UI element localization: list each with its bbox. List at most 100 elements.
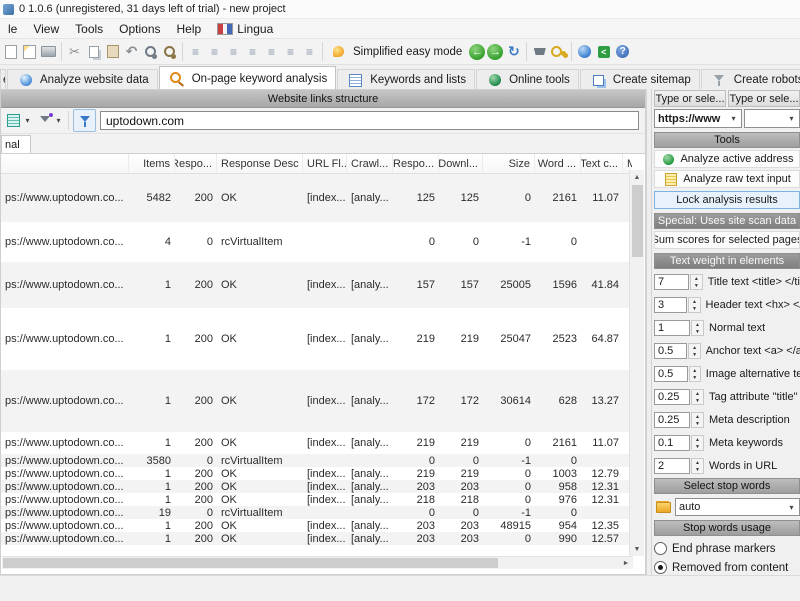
analyze-active-address-button[interactable]: Analyze active address — [654, 150, 800, 168]
menu-item-le[interactable]: le — [0, 20, 25, 38]
column-header-items[interactable]: Items — [129, 154, 175, 173]
table-row[interactable]: ps://www.uptodown.co... 1 200 OK [index... [a… — [1, 467, 632, 480]
simplified-easy-mode-button[interactable]: Simplified easy mode — [326, 42, 468, 61]
weight-value-input[interactable]: 3 — [654, 297, 688, 313]
tree-add-icon[interactable] — [206, 43, 223, 60]
tab-create-sitemap[interactable]: Create sitemap — [579, 69, 700, 90]
column-header-text-c-[interactable]: Text c... — [581, 154, 623, 173]
scroll-right-button[interactable] — [619, 557, 633, 569]
weight-value-input[interactable]: 0.25 — [654, 389, 690, 405]
table-row[interactable]: ps://www.uptodown.co... 19 0 rcVirtualItem 0… — [1, 506, 632, 519]
column-header-response-desc[interactable]: Response Desc — [217, 154, 303, 173]
column-header-url-fl-[interactable]: URL Fl... — [303, 154, 347, 173]
weight-value-input[interactable]: 2 — [654, 458, 690, 474]
table-row[interactable]: ps://www.uptodown.co... 1 200 OK [index... [a… — [1, 308, 632, 370]
replace-key-icon[interactable] — [161, 43, 178, 60]
menu-item-tools[interactable]: Tools — [67, 20, 111, 38]
combo-header-2[interactable]: Type or sele... — [728, 90, 800, 107]
tab-analyze-website-data[interactable]: Analyze website data — [7, 69, 158, 90]
spin-up-icon[interactable] — [690, 367, 700, 374]
weight-value-input[interactable]: 0.1 — [654, 435, 690, 451]
weight-value-input[interactable]: 0.5 — [654, 343, 688, 359]
table-row[interactable]: ps://www.uptodown.co... 1 200 OK [index... [a… — [1, 493, 632, 506]
spin-down-icon[interactable] — [692, 466, 703, 473]
combo-header-1[interactable]: Type or sele... — [654, 90, 726, 107]
vertical-scroll-thumb[interactable] — [632, 185, 644, 257]
tree-list-icon[interactable] — [225, 43, 242, 60]
spin-up-icon[interactable] — [692, 390, 703, 397]
table-row[interactable]: ps://www.uptodown.co... 5482 200 OK [index..… — [1, 174, 632, 222]
table-row[interactable]: ps://www.uptodown.co... 4 0 rcVirtualItem 0 0… — [1, 222, 632, 262]
tree-move-icon[interactable] — [244, 43, 261, 60]
spin-up-icon[interactable] — [692, 413, 703, 420]
table-row[interactable]: ps://www.uptodown.co... 1 200 OK [index... [a… — [1, 370, 632, 432]
spin-up-icon[interactable] — [692, 459, 703, 466]
spin-up-icon[interactable] — [691, 275, 702, 282]
scroll-up-button[interactable] — [630, 170, 644, 184]
stop-words-combo[interactable]: auto — [675, 498, 800, 516]
radio-option-removed-from-content[interactable]: Removed from content — [654, 561, 800, 574]
spin-down-icon[interactable] — [689, 305, 699, 312]
tab-internal[interactable]: nal — [1, 135, 31, 153]
forward-icon[interactable] — [487, 43, 504, 60]
tab-keywords-and-lists[interactable]: Keywords and lists — [337, 69, 476, 90]
table-row[interactable]: ps://www.uptodown.co... 1 200 OK [index... [a… — [1, 532, 632, 545]
menu-item-lingua[interactable]: Lingua — [209, 20, 281, 38]
menu-item-help[interactable]: Help — [169, 20, 210, 38]
radio-option-end-phrase-markers[interactable]: End phrase markers — [654, 542, 800, 555]
column-header-url[interactable] — [1, 154, 129, 173]
menu-item-view[interactable]: View — [25, 20, 67, 38]
paste-icon[interactable] — [104, 43, 121, 60]
column-header-respo-[interactable]: Respo... — [175, 154, 217, 173]
spin-down-icon[interactable] — [692, 443, 703, 450]
tab-on-page-keyword-analysis[interactable]: On-page keyword analysis — [158, 66, 337, 90]
table-row[interactable]: ps://www.uptodown.co... 1 200 OK [index... [a… — [1, 262, 632, 308]
weight-value-input[interactable]: 0.25 — [654, 412, 690, 428]
undo-icon[interactable] — [123, 43, 140, 60]
table-row[interactable]: ps://www.uptodown.co... 1 200 OK [index... [a… — [1, 519, 632, 532]
print-icon[interactable] — [40, 43, 57, 60]
key-icon[interactable] — [550, 43, 567, 60]
tree-end-icon[interactable] — [301, 43, 318, 60]
table-row[interactable]: ps://www.uptodown.co... 1 200 OK [index... [a… — [1, 480, 632, 493]
column-header-word-[interactable]: Word ... — [535, 154, 581, 173]
table-row[interactable]: ps://www.uptodown.co... 1 200 OK [index... [a… — [1, 432, 632, 454]
column-header-size[interactable]: Size — [483, 154, 535, 173]
vertical-scrollbar[interactable] — [629, 170, 645, 556]
refresh-icon[interactable] — [505, 43, 522, 60]
browser-icon[interactable] — [576, 43, 593, 60]
column-header-respo-[interactable]: Respo... — [393, 154, 439, 173]
spin-down-icon[interactable] — [692, 420, 703, 427]
back-icon[interactable] — [469, 43, 486, 60]
sum-scores-button[interactable]: Sum scores for selected pages — [654, 231, 800, 249]
filter-dropdown[interactable] — [34, 110, 64, 131]
horizontal-scroll-thumb[interactable] — [3, 558, 498, 568]
copy-icon[interactable] — [85, 43, 102, 60]
weight-value-input[interactable]: 7 — [654, 274, 690, 290]
tab-online-tools[interactable]: Online tools — [476, 69, 579, 90]
spin-up-icon[interactable] — [689, 344, 699, 351]
view-mode-dropdown[interactable] — [3, 110, 33, 131]
column-header-crawl-[interactable]: Crawl... — [347, 154, 393, 173]
cart-icon[interactable] — [531, 43, 548, 60]
doc-icon[interactable] — [2, 43, 19, 60]
tree-indent-icon[interactable] — [263, 43, 280, 60]
cut-icon[interactable] — [66, 43, 83, 60]
find-key-icon[interactable] — [142, 43, 159, 60]
spin-up-icon[interactable] — [692, 436, 703, 443]
help-icon[interactable] — [614, 43, 631, 60]
horizontal-scrollbar[interactable] — [2, 556, 633, 569]
spin-up-icon[interactable] — [692, 321, 703, 328]
spin-up-icon[interactable] — [689, 298, 699, 305]
tab-create-robots-txt[interactable]: Create robots.txt — [700, 69, 800, 90]
filter-toggle-button[interactable] — [73, 109, 96, 132]
menu-item-options[interactable]: Options — [111, 20, 168, 38]
share-icon[interactable] — [595, 43, 612, 60]
spin-down-icon[interactable] — [691, 282, 702, 289]
tab-e[interactable]: e — [0, 69, 6, 90]
domain-combo[interactable] — [744, 109, 800, 128]
scroll-down-button[interactable] — [630, 542, 644, 556]
weight-value-input[interactable]: 0.5 — [654, 366, 688, 382]
spin-down-icon[interactable] — [689, 351, 699, 358]
address-input[interactable] — [100, 111, 640, 130]
